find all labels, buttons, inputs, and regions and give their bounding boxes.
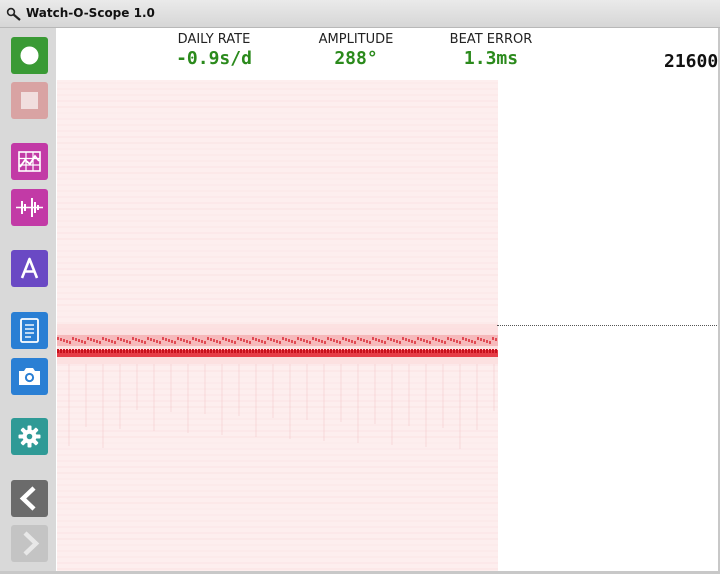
daily-rate-value: -0.9s/d (176, 48, 252, 69)
beat-error-readout: BEAT ERROR 1.3ms (421, 32, 561, 69)
waveform-icon (16, 198, 43, 217)
amplitude-readout: AMPLITUDE 288° (286, 32, 426, 69)
stop-square-icon (21, 92, 38, 109)
grid-chart-icon (18, 151, 41, 172)
camera-icon (19, 368, 40, 385)
title-bar: Watch-O-Scope 1.0 (0, 0, 720, 28)
app-icon (6, 7, 21, 21)
chevron-right-icon (23, 531, 40, 556)
record-circle-icon (20, 46, 39, 65)
amplitude-value: 288° (334, 48, 378, 69)
timegrapher-button[interactable] (11, 143, 48, 180)
trace-reference-line (497, 325, 717, 326)
beat-error-value: 1.3ms (463, 48, 519, 69)
next-button[interactable] (11, 525, 48, 562)
chevron-left-icon (19, 486, 36, 511)
sidebar-toolbar (0, 28, 56, 571)
timegraph-plot (57, 80, 498, 571)
report-button[interactable] (11, 312, 48, 349)
amplitude-button[interactable] (11, 250, 48, 287)
beat-error-label: BEAT ERROR (449, 32, 533, 47)
previous-button[interactable] (11, 480, 48, 517)
letter-a-icon (20, 257, 39, 279)
bph-value: 21600 (664, 51, 719, 72)
gear-icon (18, 425, 41, 448)
stop-button[interactable] (11, 82, 48, 119)
screenshot-button[interactable] (11, 358, 48, 395)
amplitude-label: AMPLITUDE (318, 32, 394, 47)
daily-rate-readout: DAILY RATE -0.9s/d (144, 32, 284, 69)
window-title: Watch-O-Scope 1.0 (26, 6, 155, 20)
settings-button[interactable] (11, 418, 48, 455)
record-button[interactable] (11, 37, 48, 74)
document-list-icon (20, 318, 39, 343)
daily-rate-label: DAILY RATE (177, 32, 251, 47)
waveform-button[interactable] (11, 189, 48, 226)
